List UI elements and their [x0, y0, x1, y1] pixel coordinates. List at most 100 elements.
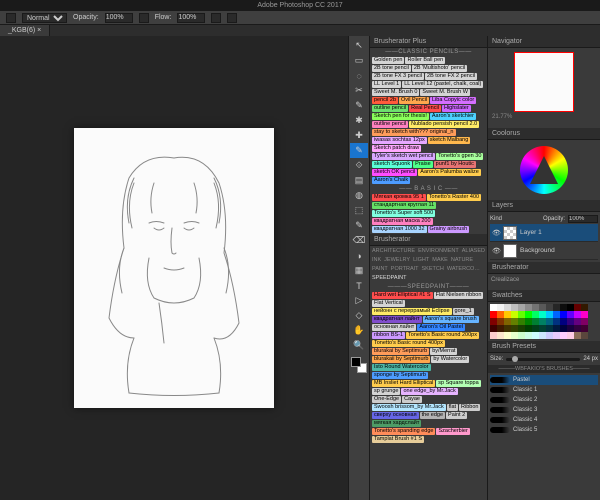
swatch[interactable] [567, 304, 574, 311]
brush-category[interactable]: JEWELRY [384, 257, 410, 263]
brush-pill[interactable]: by/Merrat [430, 348, 457, 355]
brush-preset-item[interactable]: Classic 2 [490, 395, 598, 405]
brush-pill[interactable]: gore_1 [453, 308, 474, 315]
brush-pill[interactable]: Hard wet Elliptical #1 S [372, 292, 433, 299]
brush-pill[interactable]: Szacherbier [436, 428, 469, 435]
brush-pill[interactable]: Paint 2 [446, 412, 467, 419]
swatch[interactable] [553, 325, 560, 332]
brush-category[interactable]: MAKE [432, 257, 448, 263]
brush-pill[interactable]: Мягкая кромка 95 1 [372, 194, 426, 201]
brush-pill[interactable]: outline pencil [372, 121, 408, 128]
brush-pill[interactable]: the edge [420, 412, 445, 419]
swatch[interactable] [532, 332, 539, 339]
brush-preset-item[interactable]: Classic 3 [490, 405, 598, 415]
navigator-header[interactable]: Navigator [488, 36, 600, 48]
swatch[interactable] [525, 325, 532, 332]
brush-category[interactable]: NATURE [451, 257, 473, 263]
swatch[interactable] [525, 304, 532, 311]
swatches-header[interactable]: Swatches [488, 290, 600, 302]
swatch[interactable] [504, 325, 511, 332]
brush-pill[interactable]: квадратная лайнт [372, 316, 422, 323]
brush-presets-header[interactable]: Brush Presets [488, 341, 600, 353]
brush-category[interactable]: LIGHT [413, 257, 429, 263]
brush-pill[interactable]: one edge_by Mr.Jack [401, 388, 457, 395]
swatch[interactable] [581, 304, 588, 311]
brush-pill[interactable]: 2B tone FX 2 pencil [425, 73, 477, 80]
brush-pill[interactable]: квадратная 1000 32 [372, 226, 427, 233]
brush-pill[interactable]: Aaron's Palumba walize [418, 169, 481, 176]
swatch[interactable] [539, 318, 546, 325]
brush-category[interactable]: PORTRAIT [391, 266, 419, 272]
swatch[interactable] [553, 332, 560, 339]
tool-17[interactable]: ▷ [350, 293, 368, 308]
tool-14[interactable]: ◑ [350, 248, 368, 263]
brusherator2-header[interactable]: Brusherator [488, 262, 600, 274]
swatch[interactable] [574, 325, 581, 332]
brush-pill[interactable]: Flat Nielsen ribbon [434, 292, 484, 299]
tool-20[interactable]: 🔍 [350, 338, 368, 353]
swatch[interactable] [574, 318, 581, 325]
brush-pill[interactable]: Flat Vertical [372, 300, 405, 307]
swatch[interactable] [546, 325, 553, 332]
swatch[interactable] [560, 332, 567, 339]
document-tab[interactable]: _KGB(6) × [0, 25, 50, 36]
swatch[interactable] [546, 304, 553, 311]
brush-pill[interactable]: One-Edge [372, 396, 401, 403]
swatch[interactable] [546, 318, 553, 325]
swatch[interactable] [567, 325, 574, 332]
swatch[interactable] [504, 318, 511, 325]
swatch[interactable] [560, 318, 567, 325]
brush-pill[interactable]: Tamplat Brush #1 S [372, 436, 424, 443]
swatch[interactable] [581, 325, 588, 332]
swatch[interactable] [518, 325, 525, 332]
brush-pill[interactable]: Tyler's sketch wet pencil [372, 153, 435, 160]
color-header[interactable]: Coolorus [488, 128, 600, 140]
brush-preset-item[interactable]: Classic 5 [490, 425, 598, 435]
brush-pill[interactable]: by Watercolor [431, 356, 469, 363]
brush-pill[interactable]: MB Insliet Hard Elliptical [372, 380, 435, 387]
tool-7[interactable]: ✎ [350, 143, 368, 158]
swatch[interactable] [539, 311, 546, 318]
swatch[interactable] [532, 304, 539, 311]
tool-11[interactable]: ⬚ [350, 203, 368, 218]
swatch[interactable] [546, 332, 553, 339]
swatch[interactable] [511, 304, 518, 311]
swatch[interactable] [511, 332, 518, 339]
swatch[interactable] [490, 311, 497, 318]
layers-opacity-input[interactable] [568, 215, 598, 223]
brush-category[interactable]: ALIASED [462, 248, 485, 254]
brush-category[interactable]: ENVIRONMENT [418, 248, 459, 254]
brush-pill[interactable]: Tonetto's Super soft 500 [372, 210, 435, 217]
brush-pill[interactable]: Sketch pen for thesis! [372, 113, 429, 120]
brush-pill[interactable]: 2B tone FX 3 pencil [372, 73, 424, 80]
swatch[interactable] [553, 318, 560, 325]
layers-mode[interactable]: Kind [490, 216, 502, 222]
brush-pill[interactable]: Sweet M. Brush 0 [372, 89, 419, 96]
layer-row[interactable]: 👁Background [490, 242, 598, 260]
swatch[interactable] [511, 325, 518, 332]
brush-pill[interactable]: stay to sketch with??? original_n [372, 129, 456, 136]
swatch[interactable] [497, 332, 504, 339]
swatch[interactable] [553, 304, 560, 311]
tool-8[interactable]: ⟐ [350, 158, 368, 173]
opacity-pressure-icon[interactable] [139, 13, 149, 23]
brush-pill[interactable]: Nublado pensish pencil 2.0 [409, 121, 479, 128]
brush-pill[interactable]: sketch Squonk [372, 161, 412, 168]
swatch[interactable] [511, 311, 518, 318]
brush-pill[interactable]: blurakai by Septimurb [372, 348, 429, 355]
brush-pill[interactable]: flat [447, 404, 458, 411]
tool-15[interactable]: ▦ [350, 263, 368, 278]
brush-pill[interactable]: Liba Copyic color [430, 97, 476, 104]
tool-3[interactable]: ✂ [350, 83, 368, 98]
swatch[interactable] [574, 311, 581, 318]
brusherator-plus-header[interactable]: Brusherator Plus [370, 36, 487, 48]
brush-pill[interactable]: нейонн с переррамый Eclipse [372, 308, 452, 315]
color-wheel[interactable] [488, 140, 600, 200]
brush-pill[interactable]: 2B tone pencil [372, 65, 411, 72]
tool-6[interactable]: ✚ [350, 128, 368, 143]
smoothing-icon[interactable] [227, 13, 237, 23]
brush-pill[interactable]: стандартная круглая 11 [372, 202, 436, 209]
brush-preset-item[interactable]: Pastel [490, 375, 598, 385]
brush-pill[interactable]: sketch OK pencil [372, 169, 417, 176]
tool-10[interactable]: ◍ [350, 188, 368, 203]
